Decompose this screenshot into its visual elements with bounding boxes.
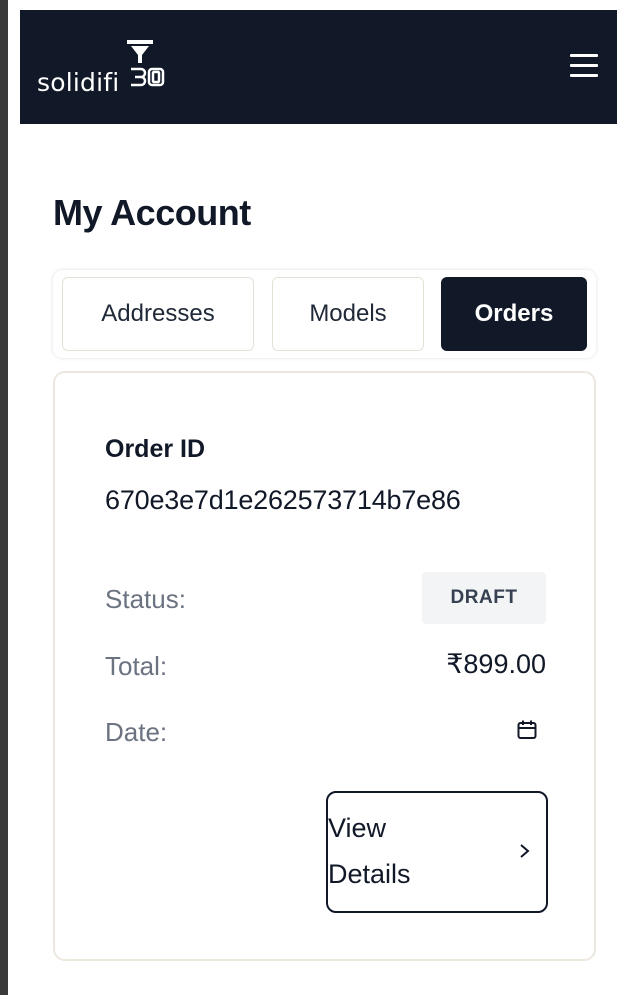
top-navbar: solidifi — [20, 10, 617, 124]
order-id-value: 670e3e7d1e262573714b7e86 — [105, 485, 461, 515]
view-details-button[interactable]: View Details — [326, 791, 548, 913]
hamburger-menu-icon[interactable] — [570, 54, 598, 78]
window-left-edge — [0, 0, 8, 995]
order-id-label: Order ID — [105, 435, 206, 463]
tab-orders[interactable]: Orders — [441, 277, 587, 351]
printer-nozzle-logo-icon — [127, 40, 165, 87]
view-details-label: View Details — [328, 813, 411, 889]
tab-models[interactable]: Models — [272, 277, 424, 351]
total-value: ₹899.00 — [446, 649, 546, 679]
tab-addresses[interactable]: Addresses — [62, 277, 254, 351]
brand-logo[interactable]: solidifi — [37, 40, 207, 100]
tab-models-label: Models — [309, 300, 387, 327]
chevron-right-icon — [520, 844, 530, 858]
tab-addresses-label: Addresses — [101, 300, 215, 327]
status-label: Status: — [105, 584, 186, 614]
account-tabs: Addresses Models Orders — [53, 270, 596, 358]
calendar-icon — [517, 720, 537, 739]
window-top-edge — [8, 0, 617, 10]
total-label: Total: — [105, 651, 168, 681]
tab-orders-label: Orders — [474, 300, 554, 327]
page-title: My Account — [53, 192, 251, 233]
date-label: Date: — [105, 717, 168, 747]
order-card: Order ID 670e3e7d1e262573714b7e86 Status… — [53, 371, 596, 961]
brand-logo-text: solidifi — [37, 68, 120, 97]
status-badge: DRAFT — [422, 572, 546, 624]
